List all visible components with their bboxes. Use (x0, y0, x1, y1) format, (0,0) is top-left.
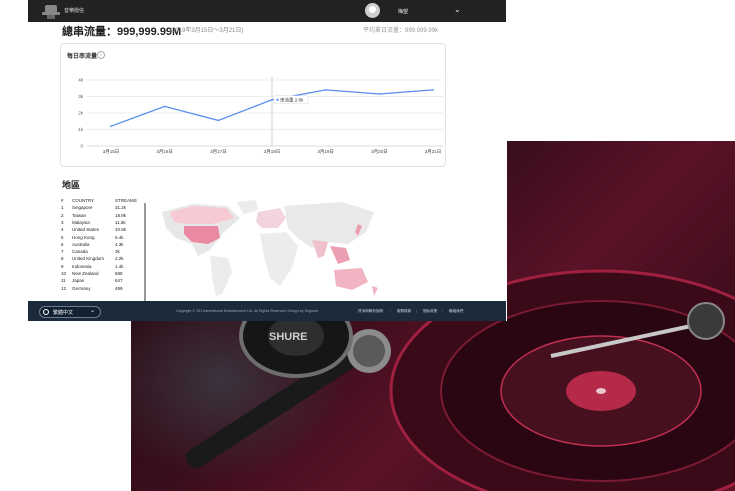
globe-icon (43, 309, 49, 315)
tooltip-marker (276, 98, 279, 101)
footer: 繁體中文 ⌄ Copyright © JSJ International Ent… (28, 301, 506, 321)
x-tick-label: 3月16日 (156, 149, 173, 155)
x-tick-label: 3月19日 (317, 149, 334, 155)
footer-link[interactable]: 聯絡我們 (449, 309, 463, 314)
y-tick-label: 0 (80, 144, 83, 149)
map-new-zealand (372, 286, 378, 296)
country-cell: Canada (72, 249, 88, 255)
date-range: (2019年3月15日～3月21日) (170, 28, 244, 34)
footer-separator: | (390, 309, 391, 313)
daily-average: 平均單日流量：999,999.99k (363, 28, 439, 34)
rank-cell: 2 (61, 212, 64, 218)
rank-cell: 9 (61, 263, 64, 269)
x-tick-label: 3月21日 (425, 149, 442, 155)
rank-cell: 8 (61, 256, 64, 262)
data-point (110, 125, 112, 128)
country-cell: Germany (72, 285, 91, 291)
data-point (163, 105, 166, 108)
streams-cell: 3k (115, 249, 120, 255)
streams-cell: 499 (115, 285, 123, 291)
map-greenland (236, 200, 258, 214)
streams-cell: 2.2k (115, 256, 124, 262)
x-tick-label: 3月17日 (210, 149, 227, 155)
data-point (217, 119, 220, 122)
map-southeast-asia (330, 246, 350, 264)
streams-cell: 688 (115, 271, 123, 276)
country-cell: Indonesia (72, 263, 92, 269)
y-tick-label: 2k (78, 111, 84, 116)
table-scrollbar[interactable] (144, 203, 146, 301)
map-continents (162, 200, 378, 296)
footer-separator: | (416, 309, 417, 313)
rank-cell: 6 (61, 241, 64, 247)
map-europe (256, 208, 286, 228)
x-tick-label: 3月18日 (264, 149, 281, 155)
top-navigation-bar: 音樂撥信 梅望 ⌄ (28, 0, 506, 22)
map-africa (260, 232, 298, 286)
copyright-text: Copyright © JSJ International Entertainm… (176, 309, 319, 313)
country-cell: Australia (72, 241, 90, 247)
streams-cell: 4.3k (115, 241, 124, 247)
user-name[interactable]: 梅望 (398, 8, 408, 15)
streams-cell: 10.8k (115, 227, 127, 233)
streams-cell: 31.2k (115, 205, 127, 211)
total-streams: 總串流量：999,999.99M (62, 26, 182, 38)
daily-streams-card: 每日串流量 ? 0 1k 2k 3k 4k 3月15日 3月16日 3月17日 3月18日 3月1… (60, 43, 446, 167)
rank-cell: 7 (61, 249, 64, 255)
rank-cell: 12 (61, 285, 67, 291)
footer-separator: | (442, 309, 443, 313)
country-cell: Malaysia (72, 219, 90, 225)
streams-cell: 11.5k (115, 219, 126, 225)
y-tick-label: 4k (78, 78, 84, 83)
country-cell: New Zealand (72, 271, 99, 276)
country-cell: Japan (72, 278, 85, 284)
streams-cell: 18.8k (115, 212, 127, 218)
language-selector[interactable]: 繁體中文 ⌄ (39, 306, 101, 318)
world-map (162, 200, 378, 296)
rank-cell: 4 (61, 227, 64, 233)
country-cell: Taiwan (72, 212, 87, 218)
country-cell: United States (72, 227, 100, 233)
streams-cell: 6.4k (115, 234, 124, 240)
map-asia (284, 202, 374, 248)
rank-cell: 1 (61, 205, 64, 211)
chevron-down-icon: ⌄ (90, 308, 96, 314)
data-point (432, 89, 434, 91)
brand-name: 音樂撥信 (64, 8, 85, 14)
data-point (324, 89, 327, 91)
avatar[interactable] (365, 3, 380, 18)
rank-cell: 3 (61, 219, 64, 225)
chevron-down-icon[interactable]: ⌄ (454, 5, 461, 14)
region-title: 地區 (62, 180, 81, 190)
data-point (378, 93, 381, 95)
rank-cell: 10 (61, 271, 67, 276)
daily-streams-chart: 0 1k 2k 3k 4k 3月15日 3月16日 3月17日 3月18日 3月19日 3月20日 3… (78, 76, 443, 155)
footer-link[interactable]: 服務條款 (397, 309, 411, 314)
data-point (271, 98, 273, 101)
y-tick-label: 1k (78, 127, 84, 132)
rank-cell: 5 (61, 234, 64, 240)
streams-cell: STREAMS (115, 198, 137, 203)
footer-link[interactable]: 隱私政策 (423, 309, 437, 314)
footer-link[interactable]: 資深和解析說明 (358, 309, 383, 314)
y-tick-label: 3k (78, 94, 84, 99)
map-south-asia (312, 240, 328, 258)
tooltip-text: 串流量 2.8k (280, 96, 304, 103)
streams-cell: 1.4k (115, 263, 124, 269)
country-cell: COUNTRY (72, 198, 95, 203)
country-cell: United Kingdom (72, 256, 105, 262)
country-cell: Hong Kong (72, 234, 95, 240)
language-label: 繁體中文 (53, 310, 74, 316)
logo-icon (42, 5, 60, 19)
map-south-america (210, 256, 232, 296)
rank-cell: # (61, 198, 64, 203)
x-tick-label: 3月20日 (371, 149, 388, 155)
svg-text:SHURE: SHURE (269, 331, 308, 343)
rank-cell: 11 (61, 278, 66, 284)
map-australia (334, 268, 368, 290)
streams-cell: 647 (115, 278, 123, 284)
x-tick-label: 3月15日 (103, 149, 120, 155)
country-cell: Singapore (72, 205, 93, 211)
app-window: 音樂撥信 梅望 ⌄ 總串流量：999,999.99M (2019年3月15日～3… (0, 0, 507, 321)
